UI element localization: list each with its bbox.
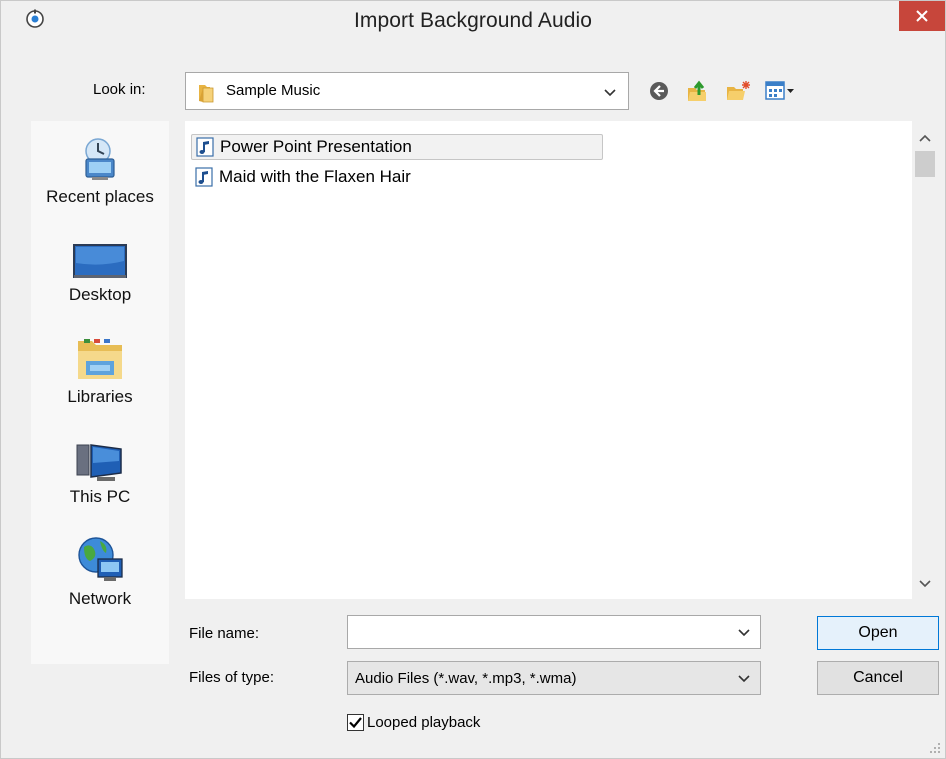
import-audio-dialog: Import Background Audio Look in: Sample … bbox=[0, 0, 946, 759]
file-list-scrollbar[interactable] bbox=[912, 121, 938, 599]
file-type-label: Files of type: bbox=[189, 669, 275, 686]
up-folder-icon[interactable] bbox=[685, 79, 709, 103]
place-network[interactable]: Network bbox=[31, 535, 169, 609]
file-item-power-point-presentation[interactable]: Power Point Presentation bbox=[191, 134, 603, 160]
place-label: Network bbox=[68, 589, 132, 608]
view-menu-icon[interactable] bbox=[765, 81, 795, 101]
network-icon bbox=[78, 537, 123, 581]
file-name-label: File name: bbox=[189, 625, 260, 642]
looped-playback-label: Looped playback bbox=[367, 713, 481, 731]
resize-grip-icon[interactable] bbox=[929, 742, 941, 754]
file-list[interactable] bbox=[185, 121, 912, 599]
dialog-title: Import Background Audio bbox=[353, 9, 593, 32]
chevron-up-icon[interactable] bbox=[918, 133, 932, 143]
place-recent-places[interactable]: Recent places bbox=[31, 135, 169, 207]
open-button[interactable]: Open bbox=[817, 616, 939, 650]
place-this-pc[interactable]: This PC bbox=[31, 439, 169, 507]
cancel-button[interactable]: Cancel bbox=[817, 661, 939, 695]
audio-file-icon bbox=[195, 167, 213, 187]
file-type-value: Audio Files (*.wav, *.mp3, *.wma) bbox=[355, 670, 577, 687]
chevron-down-icon[interactable] bbox=[918, 579, 932, 589]
file-type-dropdown[interactable]: Audio Files (*.wav, *.mp3, *.wma) bbox=[347, 661, 761, 695]
back-icon[interactable] bbox=[649, 81, 669, 101]
chevron-down-icon[interactable] bbox=[738, 629, 750, 637]
close-button[interactable] bbox=[899, 1, 945, 31]
look-in-value: Sample Music bbox=[226, 82, 321, 99]
file-name-field[interactable] bbox=[347, 615, 761, 649]
places-bar: Recent places Desktop Libraries This PC … bbox=[31, 121, 169, 664]
place-label: This PC bbox=[69, 487, 131, 506]
folder-icon bbox=[199, 85, 214, 103]
looped-playback-checkbox[interactable]: Looped playback bbox=[347, 712, 480, 732]
libraries-icon bbox=[78, 339, 122, 379]
look-in-dropdown[interactable]: Sample Music bbox=[185, 72, 629, 110]
file-item-maid-with-the-flaxen-hair[interactable]: Maid with the Flaxen Hair bbox=[191, 164, 603, 190]
scrollbar-thumb[interactable] bbox=[915, 151, 935, 177]
place-label: Desktop bbox=[68, 285, 132, 304]
title-bar[interactable]: Import Background Audio bbox=[1, 1, 945, 37]
chevron-down-icon bbox=[604, 89, 616, 97]
place-libraries[interactable]: Libraries bbox=[31, 335, 169, 407]
close-icon bbox=[916, 10, 928, 22]
look-in-label: Look in: bbox=[93, 81, 146, 98]
new-folder-icon[interactable] bbox=[725, 80, 751, 102]
checkmark-icon bbox=[349, 716, 362, 728]
this-pc-icon bbox=[76, 444, 122, 481]
chevron-down-icon bbox=[738, 675, 750, 683]
checkbox-box[interactable] bbox=[347, 713, 364, 731]
file-name-text: Power Point Presentation bbox=[220, 137, 412, 156]
desktop-icon bbox=[73, 244, 127, 278]
place-desktop[interactable]: Desktop bbox=[31, 241, 169, 305]
file-name-text: Maid with the Flaxen Hair bbox=[219, 167, 411, 186]
place-label: Recent places bbox=[46, 187, 154, 206]
place-label: Libraries bbox=[67, 387, 133, 406]
audio-file-icon bbox=[196, 137, 214, 157]
recent-places-icon bbox=[85, 138, 115, 180]
